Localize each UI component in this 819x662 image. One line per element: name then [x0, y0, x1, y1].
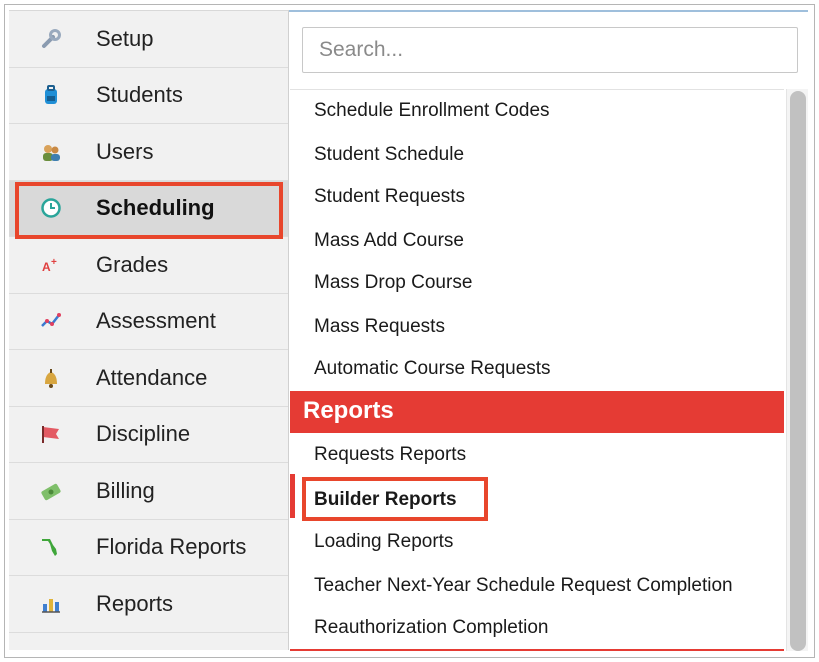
sidebar-item-florida-reports[interactable]: Florida Reports	[9, 520, 288, 576]
grade-icon: A +	[40, 254, 62, 276]
sidebar-item-label: Setup	[96, 25, 154, 51]
backpack-icon	[40, 84, 62, 106]
sidebar-item-assessment[interactable]: Assessment	[9, 294, 288, 350]
selected-item-indicator	[290, 474, 295, 518]
menu-item-automatic-course-requests[interactable]: Automatic Course Requests	[314, 358, 551, 380]
sidebar-item-grades[interactable]: A + Grades	[9, 237, 288, 294]
bell-icon	[40, 367, 62, 389]
menu-item-mass-requests[interactable]: Mass Requests	[314, 316, 445, 338]
trend-icon	[40, 310, 62, 332]
sidebar-item-label: Reports	[96, 590, 174, 616]
sidebar-item-setup[interactable]: Setup	[9, 11, 288, 68]
menu-item-reauthorization-completion[interactable]: Reauthorization Completion	[314, 617, 548, 639]
top-divider	[289, 10, 808, 12]
sidebar: Setup Students Users Scheduling A + Grade…	[9, 10, 289, 650]
wrench-icon	[40, 28, 62, 50]
bottom-accent-line	[290, 649, 784, 651]
sidebar-item-label: Billing	[96, 477, 155, 503]
menu-item-student-schedule[interactable]: Student Schedule	[314, 144, 464, 166]
menu-item-builder-reports[interactable]: Builder Reports	[314, 489, 457, 511]
money-icon	[40, 480, 62, 502]
florida-icon	[40, 536, 62, 558]
sidebar-item-scheduling[interactable]: Scheduling	[9, 180, 288, 237]
clock-icon	[40, 197, 62, 219]
menu-item-schedule-enrollment-codes[interactable]: Schedule Enrollment Codes	[314, 100, 550, 122]
reports-section-header: Reports	[290, 391, 784, 433]
sidebar-item-label: Users	[96, 138, 154, 164]
sidebar-item-students[interactable]: Students	[9, 68, 288, 124]
menu-item-requests-reports[interactable]: Requests Reports	[314, 444, 466, 466]
flag-icon	[40, 423, 62, 445]
sidebar-item-attendance[interactable]: Attendance	[9, 350, 288, 407]
search-input[interactable]	[302, 27, 798, 73]
sidebar-item-label: Scheduling	[96, 195, 215, 221]
sidebar-item-label: Florida Reports	[96, 534, 247, 560]
submenu-panel: Schedule Enrollment Codes Student Schedu…	[290, 89, 784, 651]
sidebar-item-reports[interactable]: Reports	[9, 576, 288, 633]
bar-chart-icon	[40, 593, 62, 615]
menu-item-mass-add-course[interactable]: Mass Add Course	[314, 230, 464, 252]
search-box	[302, 27, 798, 73]
sidebar-item-discipline[interactable]: Discipline	[9, 407, 288, 463]
svg-text:A: A	[42, 260, 51, 274]
menu-item-mass-drop-course[interactable]: Mass Drop Course	[314, 272, 472, 294]
scrollbar-thumb[interactable]	[790, 91, 806, 651]
sidebar-item-billing[interactable]: Billing	[9, 463, 288, 520]
sidebar-item-label: Assessment	[96, 308, 216, 334]
sidebar-item-label: Discipline	[96, 421, 191, 447]
sidebar-item-label: Grades	[96, 251, 169, 277]
reports-section-title: Reports	[303, 397, 394, 424]
sidebar-item-users[interactable]: Users	[9, 124, 288, 181]
sidebar-item-label: Students	[96, 82, 183, 108]
menu-item-loading-reports[interactable]: Loading Reports	[314, 531, 453, 553]
sidebar-item-label: Attendance	[96, 364, 208, 390]
svg-text:+: +	[51, 257, 57, 268]
menu-item-teacher-next-year-completion[interactable]: Teacher Next-Year Schedule Request Compl…	[314, 575, 733, 597]
menu-item-student-requests[interactable]: Student Requests	[314, 186, 465, 208]
users-icon	[40, 141, 62, 163]
